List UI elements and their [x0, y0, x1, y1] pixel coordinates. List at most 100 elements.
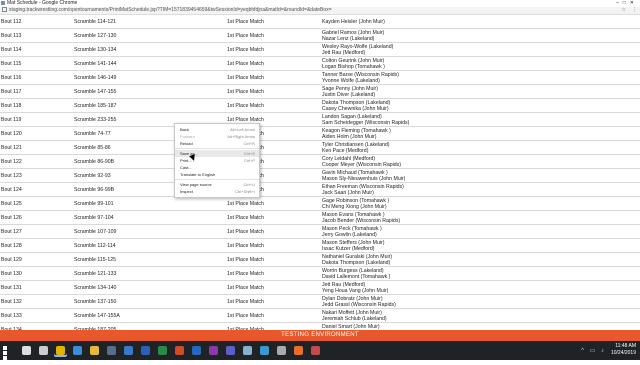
menu-item-shortcut: Ctrl+U [243, 182, 255, 187]
menu-item-back[interactable]: Back Alt+Left Arrow [175, 126, 259, 133]
clock-date: 10/24/2019 [610, 350, 636, 356]
menu-item-save-as[interactable]: Save as... Ctrl+S [175, 150, 259, 157]
scramble-label: Scramble 114-121 [73, 15, 226, 29]
settings-icon[interactable] [275, 344, 288, 357]
wrestler-2: Jett Rau (Medford) [322, 49, 366, 56]
wrestlers-cell: Worrin Burgess (Lakeland) David Lallemont… [321, 266, 640, 281]
menu-item-view-page-source[interactable]: View page source Ctrl+U [175, 181, 259, 188]
edge-icon[interactable] [71, 344, 84, 357]
wrestlers-cell: Keagon Fleming (Tomahawk ) Aiden Holm (Jo… [321, 126, 640, 141]
bout-number: Bout 129 [0, 252, 73, 267]
menu-item-translate-to-english[interactable]: Translate to English [175, 171, 259, 178]
table-row: Bout 132 Scramble 137-150 1st Place Match D… [0, 294, 640, 309]
bout-number: Bout 120 [0, 126, 73, 141]
match-type: 1st Place Match [226, 210, 321, 225]
powerpoint-icon[interactable] [173, 344, 186, 357]
clock[interactable]: 11:48 AM 10/24/2019 [611, 343, 636, 357]
bookmark-star-icon[interactable]: ☆ [622, 7, 626, 14]
url-text[interactable]: staging.trackwrestling.com/opentournamen… [9, 7, 332, 13]
mail-icon[interactable] [122, 344, 135, 357]
scramble-label: Scramble 97-104 [73, 210, 226, 225]
task-view-icon[interactable] [37, 344, 50, 357]
table-row: Bout 119 Scramble 233-255 1st Place Match L… [0, 112, 640, 127]
menu-item-label: Back [180, 127, 189, 132]
menu-item-shortcut: Alt+Left Arrow [229, 127, 255, 132]
wrestler-2: Issac Kutzer (Medford) [322, 245, 375, 252]
wrestler-2: Justin Diver (Lakeland) [322, 91, 376, 98]
wrestlers-cell: Nakari Moffett (John Muir) Jeremiah Schlu… [321, 308, 640, 323]
wrestler-2: Jacob Bender (Wisconsin Rapids) [322, 217, 401, 224]
wrestler-2: Chi Meng Xiong (John Muir) [322, 203, 387, 210]
clock-time: 11:48 AM [615, 343, 636, 349]
chrome-icon[interactable] [54, 344, 67, 357]
wrestler-2: David Lallemont (Tomahawk ) [322, 273, 391, 280]
menu-item-shortcut: Ctrl+P [243, 158, 255, 163]
menu-item-shortcut: Ctrl+Shift+I [234, 189, 255, 194]
menu-item-print[interactable]: Print... Ctrl+P [175, 157, 259, 164]
match-type: 1st Place Match [226, 280, 321, 295]
menu-item-cast[interactable]: Cast... [175, 164, 259, 171]
table-row: Bout 121Scramble 85-861st Place MatchTyl… [0, 140, 640, 155]
wrestlers-cell: Colton Geurink (John Muir) Logan Bishop (… [321, 56, 640, 71]
snipping-icon[interactable] [309, 344, 322, 357]
match-type: 1st Place Match [226, 98, 321, 113]
outlook-icon[interactable] [190, 344, 203, 357]
scramble-label: Scramble 130-134 [73, 42, 226, 57]
wrestler-2: Ken Pace (Medford) [322, 147, 369, 154]
bout-number: Bout 112 [0, 15, 73, 29]
wrestler-2: Sam Scheidegger (Wisconsin Rapids) [322, 119, 410, 126]
wrestler-2: Yeng Houa Vang (John Muir) [322, 287, 389, 294]
menu-separator [175, 148, 259, 149]
bout-number: Bout 121 [0, 140, 73, 155]
chrome-menu-icon[interactable]: ⋮ [632, 7, 637, 14]
wrestler-2: Aiden Holm (John Muir) [322, 133, 377, 140]
system-tray-icons[interactable]: ^ ▭ ♪ [581, 347, 606, 354]
scramble-label: Scramble 121-133 [73, 266, 226, 281]
word-icon[interactable] [139, 344, 152, 357]
menu-item-reload[interactable]: Reload Ctrl+R [175, 140, 259, 147]
match-type: 1st Place Match [226, 294, 321, 309]
bout-number: Bout 115 [0, 56, 73, 71]
onenote-icon[interactable] [207, 344, 220, 357]
wrestlers-cell: Gavin Michaud (Tomahawk ) Mason Sly-Nieuw… [321, 168, 640, 183]
context-menu: Back Alt+Left Arrow Forward Alt+Right Arrow… [174, 123, 260, 198]
match-type: 1st Place Match [226, 266, 321, 281]
scramble-label: Scramble 115-125 [73, 252, 226, 267]
excel-icon[interactable] [156, 344, 169, 357]
table-row: Bout 126 Scramble 97-104 1st Place Match Ma… [0, 210, 640, 225]
wrestlers-cell: Dylan Dobratz (John Muir) Jedd Grassl (Wi… [321, 294, 640, 309]
menu-item-inspect[interactable]: Inspect Ctrl+Shift+I [175, 188, 259, 195]
notepad-icon[interactable] [241, 344, 254, 357]
menu-item-label: Reload [180, 141, 193, 146]
testing-environment-banner: TESTING ENVIRONMENT [0, 330, 640, 341]
scramble-label: Scramble 127-130 [73, 28, 226, 43]
windows-start-icon[interactable] [3, 346, 12, 365]
schedule-table: Bout 112 Scramble 114-121 1st Place Match K… [0, 15, 640, 340]
teams-icon[interactable] [224, 344, 237, 357]
wrestlers-cell: Ethan Freeman (Wisconsin Rapids) Jack Saa… [321, 182, 640, 197]
menu-item-label: Cast... [180, 165, 192, 170]
menu-item-shortcut: Ctrl+R [243, 141, 255, 146]
search-icon[interactable] [20, 344, 33, 357]
photos-icon[interactable] [258, 344, 271, 357]
window-controls[interactable]: –□✕ [616, 0, 638, 7]
file-explorer-icon[interactable] [88, 344, 101, 357]
bout-number: Bout 131 [0, 280, 73, 295]
table-row: Bout 124Scramble 96-99B1st Place MatchEt… [0, 182, 640, 197]
wrestlers-cell: Mason Peck (Tomahawk ) Jerry Gowlin (Lake… [321, 224, 640, 239]
firefox-icon[interactable] [292, 344, 305, 357]
wrestlers-cell: Gabriel Ramos (John Muir) Nazar Lenz (Lak… [321, 28, 640, 43]
scramble-label: Scramble 134-140 [73, 280, 226, 295]
bout-number: Bout 113 [0, 28, 73, 43]
wrestler-2: Mason Sly-Nieuwenhuis (John Muir) [322, 175, 406, 182]
bout-number: Bout 114 [0, 42, 73, 57]
wrestler-2: Jeremiah Schlub (Lakeland) [322, 315, 387, 322]
store-icon[interactable] [105, 344, 118, 357]
scramble-label: Scramble 147-155 [73, 84, 226, 99]
address-bar[interactable]: staging.trackwrestling.com/opentournamen… [0, 7, 640, 15]
wrestlers-cell: Kayden Heisler (John Muir) [321, 15, 640, 29]
wrestlers-cell: Landon Sagan (Lakeland) Sam Scheidegger (… [321, 112, 640, 127]
table-row: Bout 116 Scramble 146-149 1st Place Match T… [0, 70, 640, 85]
table-row: Bout 133 Scramble 147-155A 1st Place Match… [0, 308, 640, 323]
menu-item-shortcut: Alt+Right Arrow [227, 134, 255, 139]
